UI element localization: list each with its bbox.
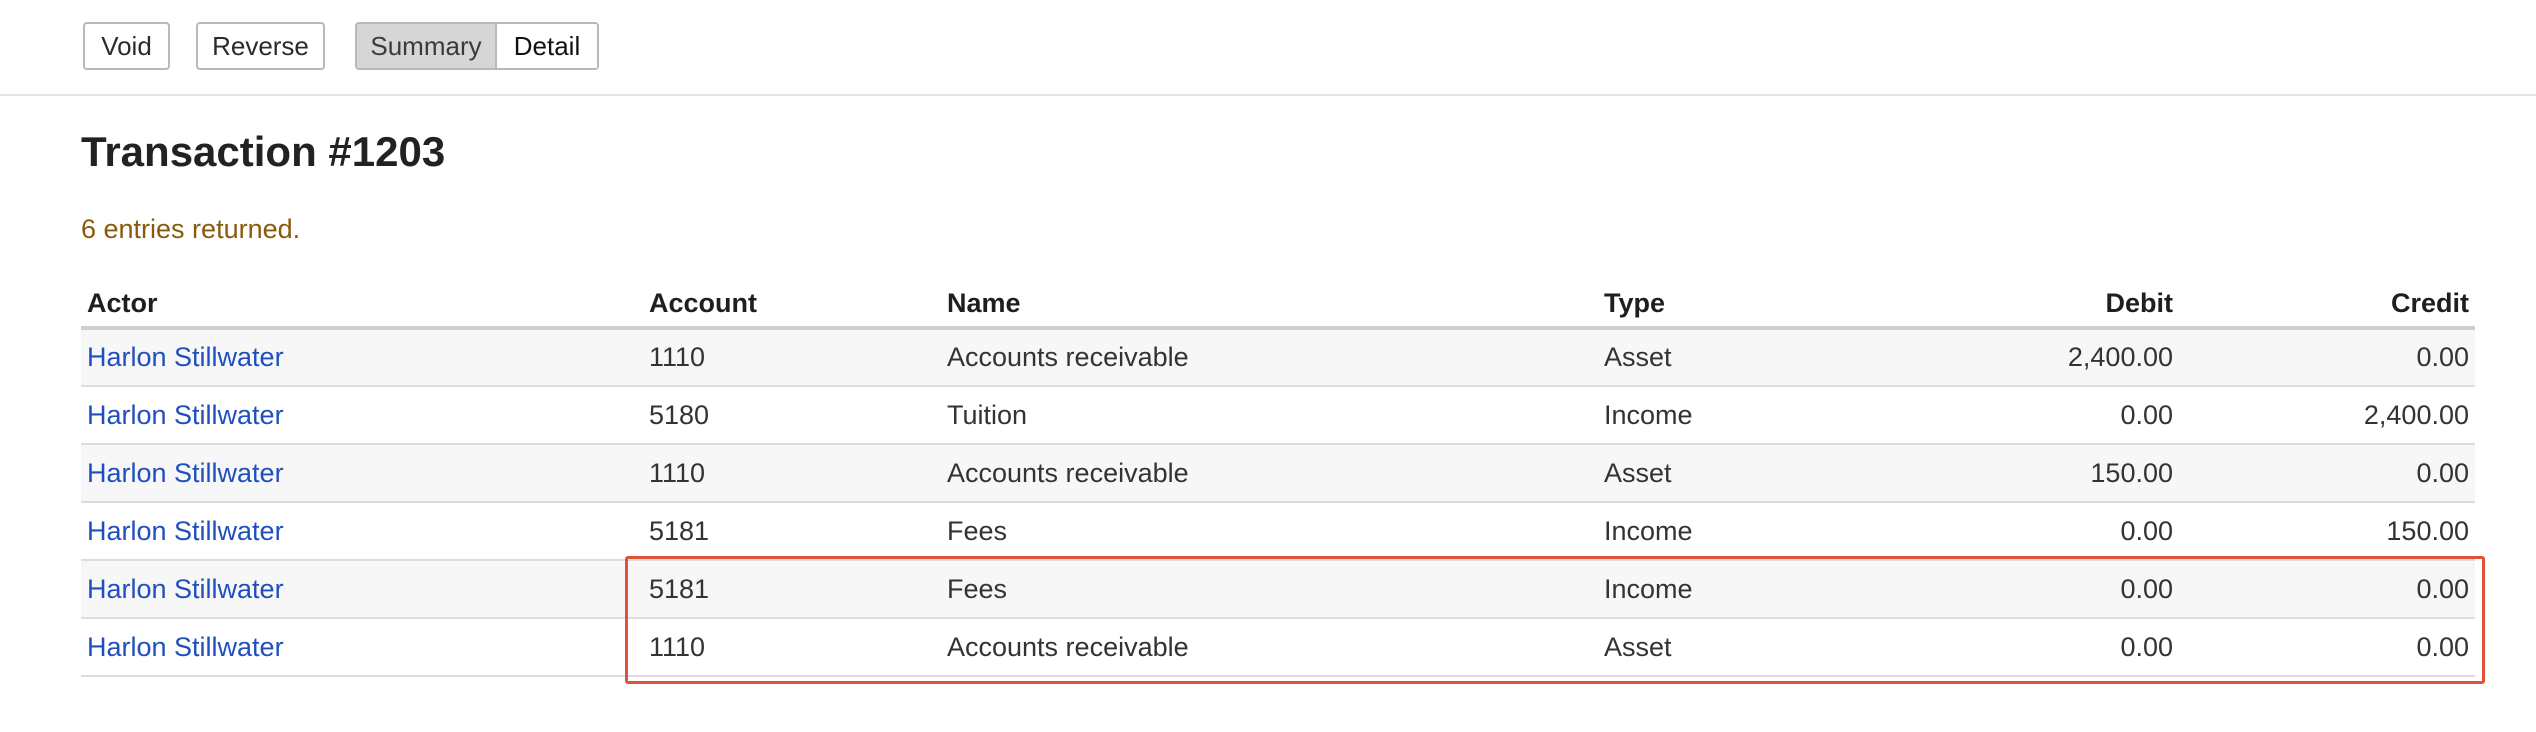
account-cell: 1110 (643, 444, 941, 503)
credit-cell: 2,400.00 (2179, 386, 2475, 445)
debit-cell: 2,400.00 (1888, 328, 2179, 387)
actor-link[interactable]: Harlon Stillwater (87, 400, 284, 430)
column-header-actor[interactable]: Actor (81, 280, 643, 330)
reverse-button[interactable]: Reverse (196, 22, 325, 70)
actor-link[interactable]: Harlon Stillwater (87, 342, 284, 372)
account-cell: 1110 (643, 618, 941, 677)
account-cell: 5181 (643, 502, 941, 561)
table-row: Harlon Stillwater 5180 Tuition Income 0.… (81, 386, 2475, 445)
detail-toggle-button[interactable]: Detail (497, 24, 597, 68)
table-row: Harlon Stillwater 1110 Accounts receivab… (81, 444, 2475, 503)
type-cell: Income (1598, 560, 1888, 619)
type-cell: Income (1598, 386, 1888, 445)
credit-cell: 0.00 (2179, 328, 2475, 387)
table-row: Harlon Stillwater 1110 Accounts receivab… (81, 618, 2475, 677)
column-header-type[interactable]: Type (1598, 280, 1888, 330)
actor-link[interactable]: Harlon Stillwater (87, 516, 284, 546)
type-cell: Asset (1598, 444, 1888, 503)
void-button[interactable]: Void (83, 22, 170, 70)
debit-cell: 0.00 (1888, 386, 2179, 445)
column-header-account[interactable]: Account (643, 280, 941, 330)
name-cell: Accounts receivable (941, 444, 1598, 503)
entries-count-message: 6 entries returned. (81, 214, 301, 244)
actor-link[interactable]: Harlon Stillwater (87, 632, 284, 662)
credit-cell: 0.00 (2179, 560, 2475, 619)
view-toggle: Summary Detail (355, 22, 599, 70)
account-cell: 1110 (643, 328, 941, 387)
toolbar: Void Reverse Summary Detail (0, 0, 2536, 96)
entries-table: Actor Account Name Type Debit Credit Har… (81, 280, 2475, 677)
column-header-credit[interactable]: Credit (2179, 280, 2475, 330)
name-cell: Tuition (941, 386, 1598, 445)
account-cell: 5180 (643, 386, 941, 445)
table-row: Harlon Stillwater 5181 Fees Income 0.00 … (81, 502, 2475, 561)
debit-cell: 0.00 (1888, 502, 2179, 561)
debit-cell: 0.00 (1888, 560, 2179, 619)
column-header-name[interactable]: Name (941, 280, 1598, 330)
name-cell: Fees (941, 502, 1598, 561)
page-title: Transaction #1203 (81, 128, 446, 175)
table-row: Harlon Stillwater 5181 Fees Income 0.00 … (81, 560, 2475, 619)
type-cell: Asset (1598, 618, 1888, 677)
table-header-row: Actor Account Name Type Debit Credit (81, 280, 2475, 330)
table-row: Harlon Stillwater 1110 Accounts receivab… (81, 328, 2475, 387)
debit-cell: 0.00 (1888, 618, 2179, 677)
summary-toggle-button[interactable]: Summary (357, 24, 497, 68)
debit-cell: 150.00 (1888, 444, 2179, 503)
actor-link[interactable]: Harlon Stillwater (87, 574, 284, 604)
credit-cell: 0.00 (2179, 618, 2475, 677)
type-cell: Asset (1598, 328, 1888, 387)
actor-link[interactable]: Harlon Stillwater (87, 458, 284, 488)
credit-cell: 150.00 (2179, 502, 2475, 561)
account-cell: 5181 (643, 560, 941, 619)
name-cell: Accounts receivable (941, 618, 1598, 677)
credit-cell: 0.00 (2179, 444, 2475, 503)
name-cell: Fees (941, 560, 1598, 619)
column-header-debit[interactable]: Debit (1888, 280, 2179, 330)
type-cell: Income (1598, 502, 1888, 561)
name-cell: Accounts receivable (941, 328, 1598, 387)
